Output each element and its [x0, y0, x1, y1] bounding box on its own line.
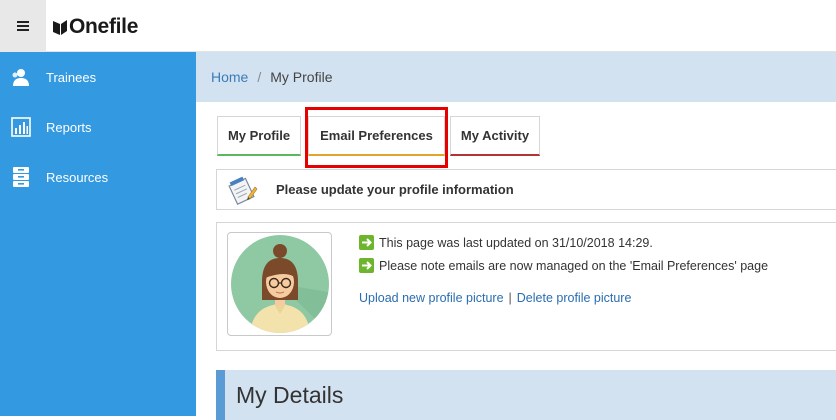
top-bar: Onefile: [0, 0, 836, 52]
sidebar-item-resources[interactable]: Resources: [0, 152, 196, 202]
tab-my-profile[interactable]: My Profile: [217, 116, 301, 156]
last-updated-text: This page was last updated on 31/10/2018…: [379, 235, 653, 250]
upload-profile-picture-link[interactable]: Upload new profile picture: [359, 291, 504, 305]
sidebar-item-label: Reports: [46, 119, 92, 135]
email-note-text: Please note emails are now managed on th…: [379, 258, 769, 273]
my-details-section-header: My Details: [216, 370, 836, 420]
green-arrow-icon: [359, 258, 374, 273]
resources-cabinet-icon: [10, 166, 32, 188]
breadcrumb-separator: /: [257, 69, 262, 85]
breadcrumb: Home / My Profile: [196, 52, 836, 102]
breadcrumb-current: My Profile: [270, 69, 333, 85]
avatar-person-icon: [230, 235, 329, 333]
sidebar-item-reports[interactable]: Reports: [0, 102, 196, 152]
profile-panel: This page was last updated on 31/10/2018…: [216, 222, 836, 351]
logo-text: Onefile: [69, 15, 139, 38]
breadcrumb-home-link[interactable]: Home: [211, 69, 248, 85]
last-updated-line: This page was last updated on 31/10/2018…: [359, 235, 653, 250]
tab-email-preferences[interactable]: Email Preferences: [308, 116, 445, 156]
avatar[interactable]: [227, 232, 332, 336]
trainees-icon: [10, 66, 32, 88]
notice-text: Please update your profile information: [276, 182, 514, 197]
notepad-pencil-icon: [228, 176, 258, 205]
onefile-logo[interactable]: Onefile: [52, 13, 138, 41]
menu-button[interactable]: [0, 0, 46, 52]
delete-profile-picture-link[interactable]: Delete profile picture: [517, 291, 632, 305]
sidebar-item-label: Resources: [46, 169, 109, 185]
email-note-line: Please note emails are now managed on th…: [359, 258, 768, 273]
section-title: My Details: [236, 382, 344, 408]
profile-notice: Please update your profile information: [216, 169, 836, 210]
hamburger-icon: [17, 19, 29, 33]
link-separator: |: [508, 291, 512, 305]
tab-my-activity[interactable]: My Activity: [450, 116, 540, 156]
sidebar-item-trainees[interactable]: Trainees: [0, 52, 196, 102]
reports-chart-icon: [10, 116, 32, 138]
onefile-logo-icon: [53, 20, 67, 35]
sidebar-item-label: Trainees: [46, 69, 97, 85]
sidebar: Trainees Reports Resources: [0, 52, 196, 416]
profile-picture-links: Upload new profile picture | Delete profil…: [359, 291, 631, 305]
green-arrow-icon: [359, 235, 374, 250]
